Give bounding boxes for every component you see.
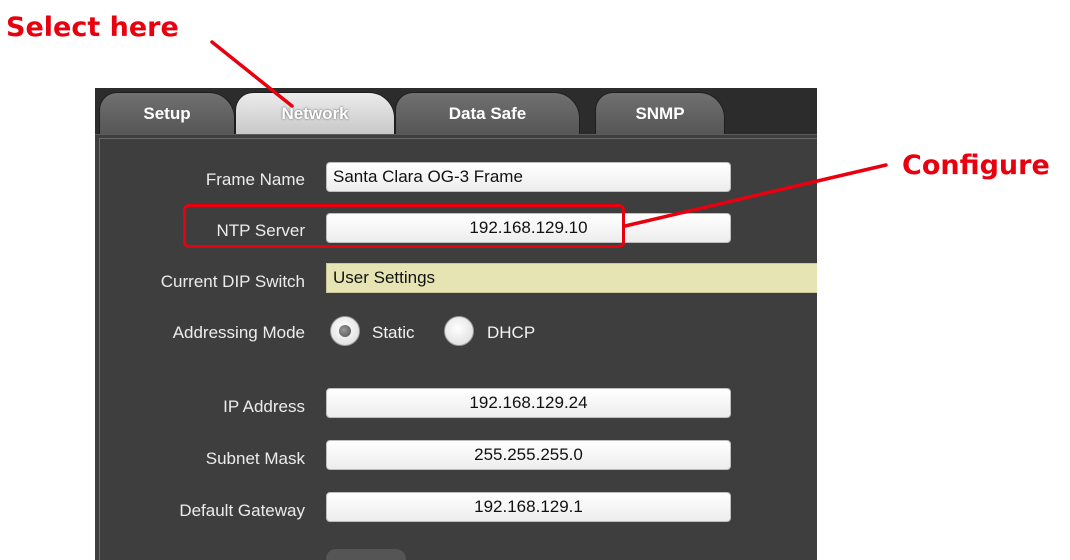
subnet-mask-label: Subnet Mask bbox=[205, 449, 305, 468]
dhcp-radio-label: DHCP bbox=[487, 323, 536, 342]
tab-snmp[interactable]: SNMP bbox=[595, 92, 725, 134]
static-radio-label: Static bbox=[372, 323, 415, 342]
tab-data-safe[interactable]: Data Safe bbox=[395, 92, 580, 134]
ntp-server-field[interactable]: 192.168.129.10 bbox=[326, 213, 731, 243]
static-radio[interactable] bbox=[330, 316, 360, 346]
network-settings-panel: Setup SNMP Data Safe Network Frame Name … bbox=[95, 88, 817, 560]
tab-content: Frame Name Santa Clara OG-3 Frame NTP Se… bbox=[95, 134, 817, 560]
tab-network[interactable]: Network bbox=[235, 92, 395, 134]
addressing-mode-label: Addressing Mode bbox=[172, 323, 305, 342]
default-gateway-field[interactable]: 192.168.129.1 bbox=[326, 492, 731, 522]
partial-control bbox=[326, 549, 406, 560]
ip-address-field[interactable]: 192.168.129.24 bbox=[326, 388, 731, 418]
subnet-mask-field[interactable]: 255.255.255.0 bbox=[326, 440, 731, 470]
ntp-server-label: NTP Server bbox=[216, 221, 306, 240]
dhcp-radio[interactable] bbox=[444, 316, 474, 346]
dip-switch-value: User Settings bbox=[326, 263, 817, 293]
frame-name-label: Frame Name bbox=[205, 170, 305, 189]
dip-switch-label: Current DIP Switch bbox=[160, 272, 305, 291]
form-area: Frame Name Santa Clara OG-3 Frame NTP Se… bbox=[99, 138, 817, 560]
configure-annotation: Configure bbox=[902, 150, 1050, 181]
default-gateway-label: Default Gateway bbox=[179, 501, 305, 520]
tab-setup[interactable]: Setup bbox=[99, 92, 235, 134]
ip-address-label: IP Address bbox=[223, 397, 305, 416]
frame-name-field[interactable]: Santa Clara OG-3 Frame bbox=[326, 162, 731, 192]
select-here-annotation: Select here bbox=[6, 12, 179, 43]
